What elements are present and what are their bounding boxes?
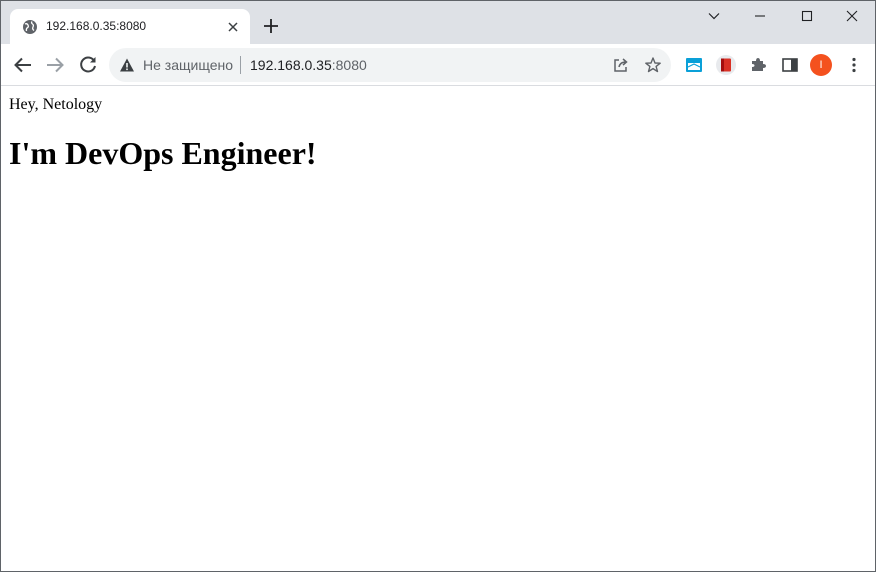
omnibox-divider: [240, 56, 241, 74]
active-tab[interactable]: 192.168.0.35:8080: [10, 9, 250, 44]
chevron-down-icon[interactable]: [691, 1, 737, 31]
maximize-icon[interactable]: [784, 1, 830, 31]
extensions-puzzle-icon[interactable]: [748, 55, 768, 75]
kebab-menu-icon[interactable]: [844, 55, 864, 75]
minimize-icon[interactable]: [737, 1, 783, 31]
extension-book-icon[interactable]: [716, 55, 736, 75]
tab-strip: 192.168.0.35:8080: [1, 1, 875, 44]
globe-icon: [22, 19, 38, 35]
browser-window: 192.168.0.35:8080 Не защищено 192.168.0.…: [0, 0, 876, 572]
side-panel-icon[interactable]: [780, 55, 800, 75]
close-window-icon[interactable]: [829, 1, 875, 31]
greeting-text: Hey, Netology: [9, 96, 103, 113]
tab-title: 192.168.0.35:8080: [46, 19, 147, 33]
close-tab-icon[interactable]: [225, 19, 241, 35]
page-content: Hey, Netology I'm DevOps Engineer!: [1, 87, 875, 571]
profile-avatar[interactable]: I: [810, 54, 832, 76]
browser-toolbar: Не защищено 192.168.0.35:8080 I: [1, 44, 875, 86]
reload-icon[interactable]: [76, 53, 100, 77]
forward-arrow-icon[interactable]: [43, 53, 67, 77]
url-text[interactable]: 192.168.0.35:8080: [250, 56, 367, 74]
new-tab-plus-icon[interactable]: [261, 16, 281, 36]
url-port: :8080: [331, 57, 367, 73]
warning-icon[interactable]: [119, 57, 135, 73]
page-heading: I'm DevOps Engineer!: [9, 135, 317, 171]
url-host: 192.168.0.35: [250, 57, 332, 73]
security-status-label[interactable]: Не защищено: [143, 56, 233, 74]
address-bar[interactable]: Не защищено 192.168.0.35:8080: [109, 48, 671, 82]
extension-window-icon[interactable]: [684, 55, 704, 75]
bookmark-star-icon[interactable]: [644, 56, 662, 74]
share-icon[interactable]: [612, 56, 630, 74]
back-arrow-icon[interactable]: [11, 53, 35, 77]
